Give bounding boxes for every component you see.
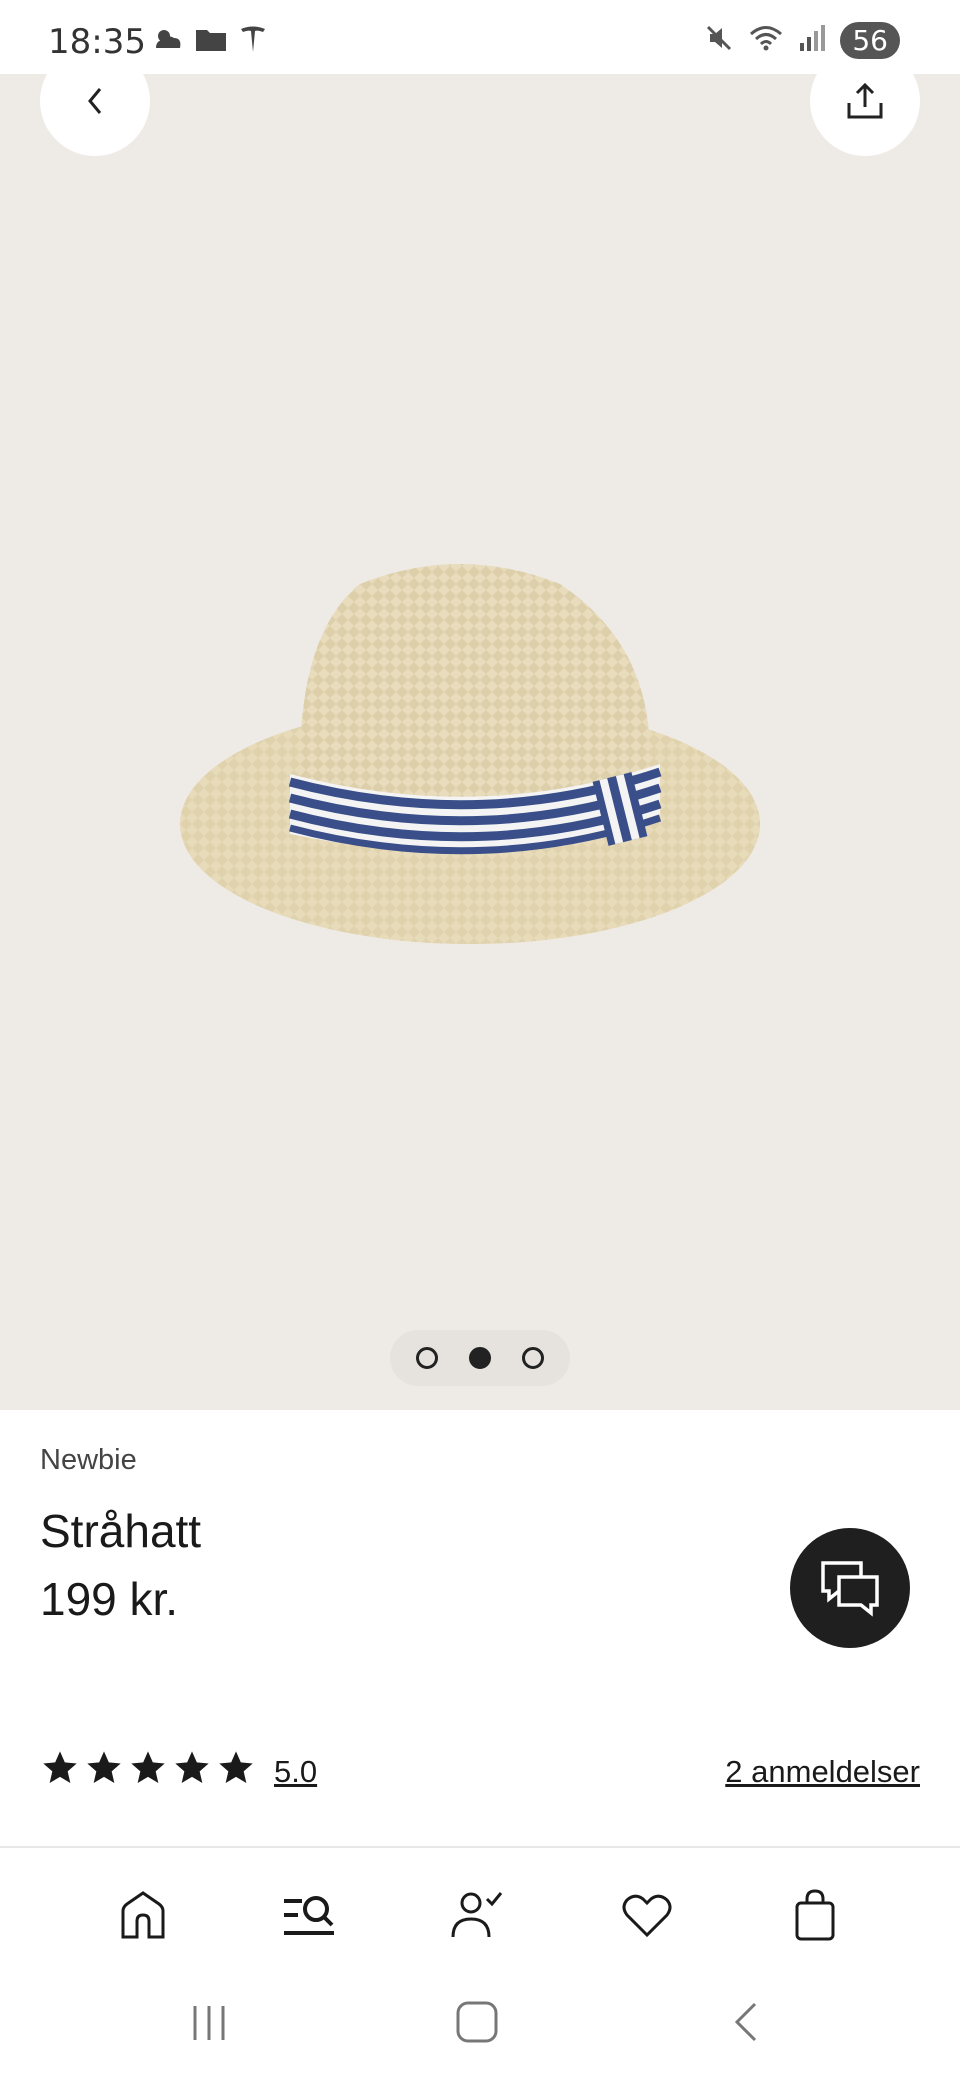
rating-value[interactable]: 5.0 xyxy=(274,1754,317,1790)
nav-favorites[interactable] xyxy=(612,1880,682,1950)
folder-icon xyxy=(194,24,228,59)
carousel-dot[interactable] xyxy=(415,1347,438,1369)
status-icons-left xyxy=(150,24,268,59)
home-square-icon xyxy=(456,2001,498,2043)
recents-icon xyxy=(193,2006,225,2040)
recents-button[interactable] xyxy=(174,1992,244,2052)
product-price: 199 kr. xyxy=(40,1573,179,1625)
status-time: 18:35 xyxy=(48,22,146,62)
tesla-icon xyxy=(238,24,268,59)
status-bar: 18:35 56 xyxy=(0,0,960,74)
nav-account[interactable] xyxy=(442,1880,512,1950)
wifi-icon xyxy=(748,23,784,58)
nav-home[interactable] xyxy=(108,1880,178,1950)
product-brand[interactable]: Newbie xyxy=(40,1444,137,1477)
rating-row: 5.0 2 anmeldelser xyxy=(40,1748,920,1798)
home-system-button[interactable] xyxy=(442,1992,512,2052)
chevron-left-icon xyxy=(88,88,102,114)
chat-button[interactable] xyxy=(790,1528,910,1648)
chat-icon xyxy=(821,1561,879,1617)
share-button[interactable] xyxy=(810,74,920,156)
star-icon xyxy=(175,1751,209,1783)
nav-bag[interactable] xyxy=(780,1880,850,1950)
status-icons-right: 56 xyxy=(704,22,900,59)
account-icon xyxy=(451,1892,503,1938)
mute-icon xyxy=(704,23,734,58)
star-icon xyxy=(131,1751,165,1783)
star-icon xyxy=(87,1751,121,1783)
carousel-indicator[interactable] xyxy=(390,1330,570,1386)
back-button[interactable] xyxy=(40,74,150,156)
bottom-nav xyxy=(0,1850,960,1970)
share-icon xyxy=(847,82,883,119)
product-hat-image xyxy=(180,564,760,944)
signal-icon xyxy=(798,23,826,58)
star-rating xyxy=(40,1748,256,1788)
star-icon xyxy=(43,1751,77,1783)
carousel-dot-active[interactable] xyxy=(468,1347,491,1369)
product-image-carousel[interactable] xyxy=(0,74,960,1410)
carousel-dot[interactable] xyxy=(522,1347,545,1369)
weather-icon xyxy=(150,24,184,59)
search-icon xyxy=(284,1896,334,1935)
divider xyxy=(0,1846,960,1848)
battery-icon: 56 xyxy=(840,22,900,59)
star-icon xyxy=(219,1751,253,1783)
home-icon xyxy=(121,1891,165,1939)
favorites-icon xyxy=(622,1894,672,1938)
back-system-button[interactable] xyxy=(712,1992,782,2052)
bag-icon xyxy=(795,1889,835,1941)
back-chevron-icon xyxy=(734,2002,757,2042)
system-nav-bar xyxy=(0,1970,960,2080)
reviews-link[interactable]: 2 anmeldelser xyxy=(725,1754,920,1790)
product-name: Stråhatt xyxy=(40,1505,202,1557)
nav-search[interactable] xyxy=(274,1880,344,1950)
